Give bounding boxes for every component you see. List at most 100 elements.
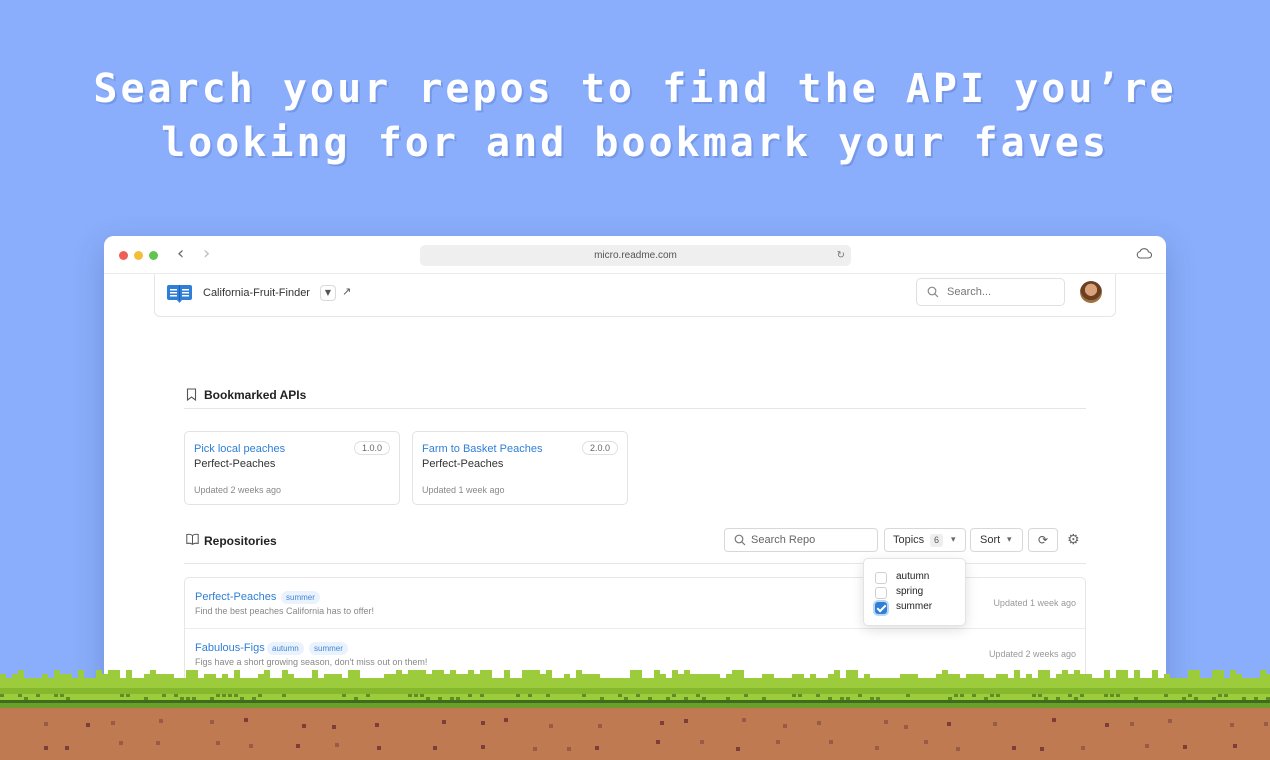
dirt-speck (159, 719, 163, 723)
grass-shade (186, 697, 190, 700)
project-dropdown-chevron-icon[interactable]: ▼ (320, 285, 336, 301)
grass-shade (228, 694, 232, 697)
repo-name[interactable]: Perfect-Peaches (195, 591, 276, 603)
grass-tuft (522, 670, 528, 682)
refresh-button[interactable]: ⟳ (1028, 528, 1058, 552)
bookmark-title[interactable]: Pick local peaches (194, 443, 285, 455)
grass-shade (672, 694, 676, 697)
grass-tuft (732, 670, 738, 682)
grass-tuft (654, 670, 660, 682)
chevron-down-icon: ▾ (1007, 535, 1012, 545)
grass-tuft (372, 678, 378, 682)
version-badge: 1.0.0 (353, 441, 390, 455)
forward-arrow-icon[interactable]: › (203, 245, 210, 263)
grass-shade (240, 697, 244, 700)
grass-tuft (918, 678, 924, 682)
dirt-speck (1264, 722, 1268, 726)
grass-shade (600, 697, 604, 700)
grass-tuft (474, 674, 480, 682)
grass-tuft (180, 678, 186, 682)
grass-shade (972, 694, 976, 697)
topic-option-spring[interactable]: spring (875, 586, 960, 600)
grass-tuft (1098, 678, 1104, 682)
grass-shade (60, 694, 64, 697)
repo-search-input[interactable]: Search Repo (724, 528, 878, 552)
grass-tuft (744, 678, 750, 682)
search-icon (927, 286, 939, 298)
grass-tuft (48, 678, 54, 682)
grass-tuft (576, 670, 582, 682)
grass-tuft (216, 678, 222, 682)
topic-option-summer[interactable]: summer (875, 601, 960, 615)
project-name[interactable]: California-Fruit-Finder (203, 287, 310, 299)
readme-book-icon[interactable] (167, 284, 192, 304)
gear-icon[interactable]: ⚙ (1067, 532, 1080, 548)
grass-shade (162, 694, 166, 697)
dirt-speck (684, 719, 688, 723)
grass-shade (252, 697, 256, 700)
grass-tuft (822, 678, 828, 682)
grass-shade (984, 697, 988, 700)
topic-tag[interactable]: autumn (267, 642, 304, 655)
grass-tuft (864, 674, 870, 682)
global-search-input[interactable]: Search... (916, 278, 1065, 306)
grass-shade (960, 694, 964, 697)
bookmark-title[interactable]: Farm to Basket Peaches (422, 443, 542, 455)
grass-tuft (594, 674, 600, 682)
grass-tuft (804, 678, 810, 682)
topic-checkbox[interactable] (875, 587, 887, 599)
bookmark-card[interactable]: Pick local peaches Perfect-Peaches 1.0.0… (184, 431, 400, 505)
grass-tuft (1212, 670, 1218, 682)
grass-shade (1194, 697, 1198, 700)
grass-tuft (786, 678, 792, 682)
topic-tag[interactable]: summer (309, 642, 348, 655)
grass-tuft (600, 678, 606, 682)
grass-tuft (930, 678, 936, 682)
app-header: California-Fruit-Finder ▼ ↗ Search... (154, 274, 1116, 317)
repo-name[interactable]: Fabulous-Figs (195, 642, 265, 654)
user-avatar[interactable] (1080, 281, 1102, 303)
grass-tuft (492, 678, 498, 682)
grass-tuft (780, 678, 786, 682)
cloud-icon[interactable] (1136, 247, 1152, 259)
grass-shade (684, 697, 688, 700)
hero-line-1: Search your repos to find the API you’re (93, 66, 1177, 112)
grass-tuft (408, 670, 414, 682)
dirt-speck (244, 718, 248, 722)
external-link-icon[interactable]: ↗ (342, 285, 351, 298)
back-arrow-icon[interactable]: ‹ (177, 245, 184, 263)
topic-checkbox-checked[interactable] (875, 602, 887, 614)
dirt-speck (776, 740, 780, 744)
bookmark-card[interactable]: Farm to Basket Peaches Perfect-Peaches 2… (412, 431, 628, 505)
grass-tuft (852, 670, 858, 682)
grass-tuft (168, 674, 174, 682)
bookmarked-apis-header: Bookmarked APIs (184, 387, 1086, 409)
grass-tuft (1200, 678, 1206, 682)
dirt-speck (119, 741, 123, 745)
grass-shade (210, 697, 214, 700)
maximize-window-button[interactable] (149, 251, 158, 260)
grass-tuft (24, 678, 30, 682)
close-window-button[interactable] (119, 251, 128, 260)
grass-tuft (1074, 670, 1080, 682)
dirt-speck (375, 723, 379, 727)
topic-tag[interactable]: summer (281, 591, 320, 604)
minimize-window-button[interactable] (134, 251, 143, 260)
grass-shade (1218, 694, 1222, 697)
grass-tuft (450, 670, 456, 682)
grass-tuft (942, 670, 948, 682)
topics-filter-button[interactable]: Topics 6 ▾ (884, 528, 966, 552)
grass-tuft (630, 670, 636, 682)
grass-tuft (1122, 670, 1128, 682)
grass-shade (1254, 697, 1258, 700)
sort-button[interactable]: Sort ▾ (970, 528, 1023, 552)
topic-option-autumn[interactable]: autumn (875, 571, 960, 585)
grass-tuft (816, 678, 822, 682)
grass-tuft (756, 678, 762, 682)
grass-shade (876, 697, 880, 700)
grass-tuft (120, 678, 126, 682)
grass-tuft (378, 678, 384, 682)
reload-icon[interactable]: ↻ (837, 245, 845, 266)
topic-checkbox[interactable] (875, 572, 887, 584)
address-bar[interactable]: micro.readme.com ↻ (420, 245, 851, 266)
